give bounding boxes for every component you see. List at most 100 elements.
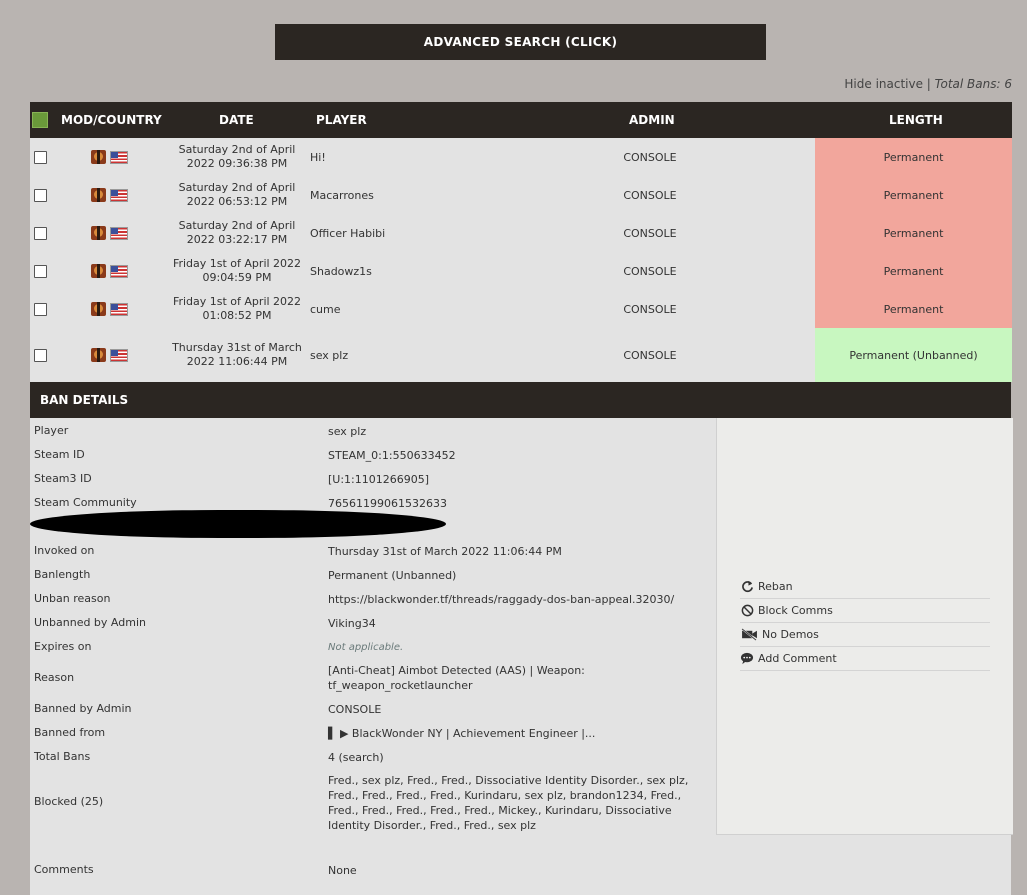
row-date: Thursday 31st of March 2022 11:06:44 PM bbox=[172, 341, 302, 368]
block-comms-button[interactable]: Block Comms bbox=[740, 599, 990, 623]
mod-country-cell bbox=[91, 188, 128, 202]
detail-blocked: Fred., sex plz, Fred., Fred., Dissociati… bbox=[328, 774, 689, 832]
row-admin: CONSOLE bbox=[623, 302, 677, 316]
detail-reason: [Anti-Cheat] Aimbot Detected (AAS) | Wea… bbox=[328, 664, 585, 692]
row-length: Permanent bbox=[815, 176, 1012, 214]
table-row-selected[interactable]: Thursday 31st of March 2022 11:06:44 PM … bbox=[30, 328, 1012, 382]
redaction-mark bbox=[30, 510, 446, 538]
hide-inactive-link[interactable]: Hide inactive bbox=[844, 77, 923, 91]
ban-actions-panel: Reban Block Comms No Demos Add Comment bbox=[716, 418, 1013, 835]
flag-us-icon bbox=[110, 188, 128, 202]
table-row[interactable]: Saturday 2nd of April 2022 03:22:17 PM O… bbox=[30, 214, 1012, 252]
row-date: Saturday 2nd of April 2022 06:53:12 PM bbox=[178, 181, 296, 208]
table-row[interactable]: Saturday 2nd of April 2022 09:36:38 PM H… bbox=[30, 138, 1012, 176]
row-checkbox[interactable] bbox=[34, 264, 47, 278]
ban-details-panel: Player sex plz Steam ID STEAM_0:1:550633… bbox=[30, 418, 1013, 895]
detail-label: Banned from bbox=[34, 726, 106, 739]
block-icon bbox=[740, 604, 754, 618]
row-player: Macarrones bbox=[310, 188, 374, 202]
flag-us-icon bbox=[110, 150, 128, 164]
no-demos-button[interactable]: No Demos bbox=[740, 623, 990, 647]
ban-list: MOD/COUNTRY DATE PLAYER ADMIN LENGTH Sat… bbox=[30, 102, 1013, 895]
mod-tf2-icon bbox=[91, 302, 106, 316]
add-comment-label: Add Comment bbox=[758, 652, 837, 665]
flag-us-icon bbox=[110, 264, 128, 278]
row-admin: CONSOLE bbox=[623, 150, 677, 164]
reban-icon bbox=[740, 580, 754, 594]
row-admin: CONSOLE bbox=[623, 226, 677, 240]
mod-tf2-icon bbox=[91, 150, 106, 164]
mod-country-cell bbox=[91, 348, 128, 362]
mod-country-cell bbox=[91, 150, 128, 164]
row-admin: CONSOLE bbox=[623, 348, 677, 362]
detail-comments: None bbox=[328, 864, 357, 877]
ban-list-info: Hide inactive | Total Bans: 6 bbox=[844, 77, 1012, 91]
reban-button[interactable]: Reban bbox=[740, 575, 990, 599]
table-row[interactable]: Saturday 2nd of April 2022 06:53:12 PM M… bbox=[30, 176, 1012, 214]
detail-label: Steam ID bbox=[34, 448, 85, 461]
detail-player: sex plz bbox=[328, 425, 367, 438]
detail-label: Expires on bbox=[34, 640, 92, 653]
row-checkbox[interactable] bbox=[34, 348, 47, 362]
detail-label: Unbanned by Admin bbox=[34, 616, 146, 629]
row-length: Permanent bbox=[815, 290, 1012, 328]
row-length: Permanent bbox=[815, 214, 1012, 252]
detail-label: Reason bbox=[34, 671, 75, 684]
row-checkbox[interactable] bbox=[34, 188, 47, 202]
advanced-search-button[interactable]: ADVANCED SEARCH (CLICK) bbox=[275, 24, 766, 60]
mod-tf2-icon bbox=[91, 264, 106, 278]
row-date: Friday 1st of April 2022 01:08:52 PM bbox=[172, 295, 302, 322]
detail-unban-reason-link[interactable]: https://blackwonder.tf/threads/raggady-d… bbox=[328, 592, 674, 607]
row-checkbox[interactable] bbox=[34, 150, 47, 164]
detail-label: Invoked on bbox=[34, 544, 95, 557]
row-player: cume bbox=[310, 302, 341, 316]
table-row[interactable]: Friday 1st of April 2022 01:08:52 PM cum… bbox=[30, 290, 1012, 328]
block-comms-label: Block Comms bbox=[758, 604, 833, 617]
flag-us-icon bbox=[110, 348, 128, 362]
detail-label: Total Bans bbox=[34, 750, 91, 763]
add-comment-button[interactable]: Add Comment bbox=[740, 647, 990, 671]
no-demos-icon bbox=[740, 628, 758, 642]
row-length: Permanent bbox=[815, 252, 1012, 290]
col-length: LENGTH bbox=[889, 113, 943, 127]
row-date: Saturday 2nd of April 2022 09:36:38 PM bbox=[178, 143, 296, 170]
detail-unbanned-by: Viking34 bbox=[328, 617, 376, 630]
ban-details-header: BAN DETAILS bbox=[30, 382, 1011, 418]
mod-country-cell bbox=[91, 226, 128, 240]
detail-label: Unban reason bbox=[34, 592, 111, 605]
row-date: Friday 1st of April 2022 09:04:59 PM bbox=[172, 257, 302, 284]
mod-tf2-icon bbox=[91, 348, 106, 362]
mod-tf2-icon bbox=[91, 188, 106, 202]
row-checkbox[interactable] bbox=[34, 302, 47, 316]
detail-expires-on: Not applicable. bbox=[328, 642, 404, 653]
mod-country-cell bbox=[91, 302, 128, 316]
select-all-toggle[interactable] bbox=[32, 112, 48, 128]
row-checkbox[interactable] bbox=[34, 226, 47, 240]
comment-icon bbox=[740, 652, 754, 666]
col-mod-country: MOD/COUNTRY bbox=[61, 113, 162, 127]
row-player: Shadowz1s bbox=[310, 264, 372, 278]
detail-banned-by: CONSOLE bbox=[328, 703, 382, 716]
total-bans-count: Total Bans: 6 bbox=[934, 77, 1012, 91]
detail-steam-community-link[interactable]: 76561199061532633 bbox=[328, 496, 447, 511]
table-row[interactable]: Friday 1st of April 2022 09:04:59 PM Sha… bbox=[30, 252, 1012, 290]
row-admin: CONSOLE bbox=[623, 188, 677, 202]
detail-banlength: Permanent (Unbanned) bbox=[328, 569, 457, 582]
row-player: Officer Habibi bbox=[310, 226, 386, 240]
detail-steam-id: STEAM_0:1:550633452 bbox=[328, 449, 456, 462]
detail-label: Steam3 ID bbox=[34, 472, 92, 485]
flag-us-icon bbox=[110, 302, 128, 316]
row-admin: CONSOLE bbox=[623, 264, 677, 278]
detail-label: Banned by Admin bbox=[34, 702, 132, 715]
col-date: DATE bbox=[219, 113, 254, 127]
detail-steam3-id: [U:1:1101266905] bbox=[328, 473, 430, 486]
detail-banned-from: ▌ ▶ BlackWonder NY | Achievement Enginee… bbox=[328, 727, 596, 740]
detail-label: Steam Community bbox=[34, 496, 137, 509]
row-date: Saturday 2nd of April 2022 03:22:17 PM bbox=[178, 219, 296, 246]
row-length: Permanent bbox=[815, 138, 1012, 176]
detail-total-bans-link[interactable]: 4 (search) bbox=[328, 750, 384, 765]
detail-label: Player bbox=[34, 424, 69, 437]
no-demos-label: No Demos bbox=[762, 628, 819, 641]
detail-label: Blocked (25) bbox=[34, 795, 104, 808]
mod-country-cell bbox=[91, 264, 128, 278]
